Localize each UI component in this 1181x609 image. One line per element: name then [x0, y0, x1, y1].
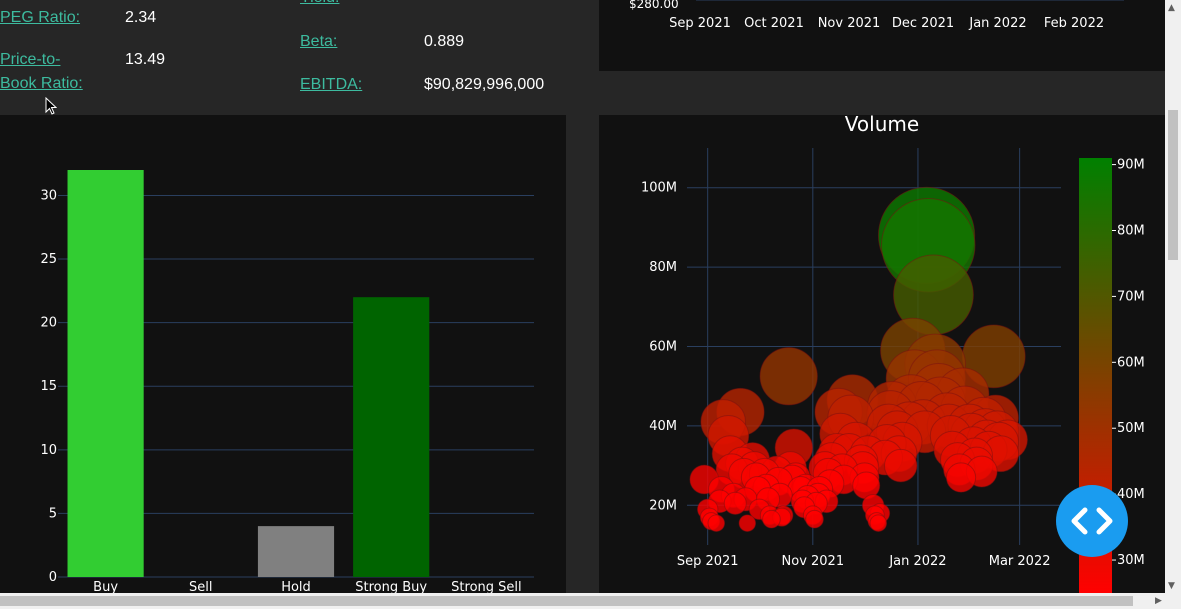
price-x-tick-label: Jan 2022 — [968, 16, 1026, 31]
mouse-cursor-icon — [45, 97, 57, 115]
volume-y-tick-label: 60M — [649, 340, 677, 355]
volume-y-tick-label: 20M — [649, 498, 677, 513]
price-chart-svg: $280.00 Sep 2021 Oct 2021 Nov 2021 Dec 2… — [629, 0, 1124, 31]
scroll-down-arrow-icon[interactable]: ▼ — [1168, 581, 1175, 591]
volume-bubble[interactable] — [869, 514, 888, 532]
beta-value: 0.889 — [424, 33, 465, 50]
price-to-book-link-line2[interactable]: Book Ratio: — [0, 72, 83, 96]
bar-strong-buy[interactable] — [353, 297, 430, 577]
volume-chart-title: Volume — [845, 115, 919, 136]
volume-x-tick-label: Sep 2021 — [677, 554, 739, 569]
price-chart-panel: $280.00 Sep 2021 Oct 2021 Nov 2021 Dec 2… — [599, 0, 1165, 71]
colorbar-tick-label: 50M — [1117, 421, 1145, 436]
price-x-tick-label: Nov 2021 — [818, 16, 881, 31]
beta-link[interactable]: Beta: — [300, 30, 337, 54]
colorbar-tick-label: 60M — [1117, 355, 1145, 370]
bar-x-tick-label: Buy — [93, 580, 118, 593]
horizontal-scrollbar-thumb[interactable] — [0, 596, 1133, 606]
volume-y-tick-label: 40M — [649, 419, 677, 434]
vertical-scrollbar-thumb[interactable] — [1168, 110, 1178, 260]
price-y-tick-label: $280.00 — [629, 0, 679, 11]
bar-x-tick-label: Strong Buy — [355, 580, 427, 593]
volume-x-tick-label: Jan 2022 — [888, 554, 946, 569]
volume-x-tick-label: Mar 2022 — [989, 554, 1051, 569]
volume-y-tick-label: 100M — [641, 181, 677, 196]
volume-bubble[interactable] — [805, 509, 824, 529]
code-icon — [1071, 507, 1113, 535]
dividend-yield-link[interactable]: Yield: — [300, 0, 339, 10]
bar-hold[interactable] — [257, 526, 335, 577]
volume-bubble[interactable] — [723, 491, 747, 515]
volume-y-tick-label: 80M — [649, 260, 677, 275]
fundamentals-stats: PEG Ratio: 2.34 Price-to- Book Ratio: 13… — [0, 0, 590, 108]
colorbar-tick-label: 70M — [1117, 289, 1145, 304]
colorbar-tick-label: 90M — [1117, 158, 1145, 173]
peg-ratio-link[interactable]: PEG Ratio: — [0, 6, 80, 30]
bar-buy[interactable] — [67, 170, 144, 577]
peg-ratio-value: 2.34 — [125, 9, 157, 26]
price-x-tick-label: Feb 2022 — [1044, 16, 1104, 31]
volume-bubble[interactable] — [945, 462, 977, 493]
bar-y-tick-label: 25 — [40, 252, 57, 267]
scroll-right-arrow-icon[interactable]: ▶ — [1155, 596, 1162, 606]
horizontal-scrollbar[interactable]: ▶ — [0, 593, 1181, 609]
bar-y-tick-label: 15 — [40, 379, 57, 394]
volume-bubble[interactable] — [762, 509, 781, 529]
bar-y-tick-label: 0 — [49, 570, 57, 585]
bar-y-tick-label: 20 — [40, 316, 57, 331]
price-x-tick-label: Dec 2021 — [892, 16, 954, 31]
bar-x-tick-label: Hold — [281, 580, 311, 593]
vertical-scrollbar[interactable]: ▲ ▼ — [1165, 0, 1181, 593]
recommendations-bar-chart: 0 5 10 15 20 25 30 Buy Sell Hold Strong Buy Strong … — [40, 170, 534, 595]
recommendations-chart-panel: 0 5 10 15 20 25 30 Buy Sell Hold Strong Buy Strong … — [0, 115, 566, 595]
bar-y-tick-label: 5 — [49, 506, 57, 521]
ebitda-link[interactable]: EBITDA: — [300, 73, 362, 97]
ebitda-value: $90,829,996,000 — [424, 76, 545, 93]
scroll-up-arrow-icon[interactable]: ▲ — [1168, 3, 1175, 13]
volume-bubble[interactable] — [707, 514, 726, 532]
bar-y-tick-label: 30 — [40, 188, 57, 203]
colorbar-tick-label: 30M — [1117, 553, 1145, 568]
bar-x-tick-label: Strong Sell — [451, 580, 521, 593]
colorbar-tick-label: 80M — [1117, 224, 1145, 239]
bar-y-tick-label: 10 — [40, 443, 57, 458]
volume-x-tick-label: Nov 2021 — [782, 554, 845, 569]
price-x-tick-label: Sep 2021 — [669, 16, 731, 31]
volume-bubble[interactable] — [883, 448, 918, 483]
volume-bubble[interactable] — [759, 347, 818, 406]
price-to-book-link-line1[interactable]: Price-to- — [0, 48, 60, 72]
price-x-tick-label: Oct 2021 — [744, 16, 804, 31]
bar-x-tick-label: Sell — [189, 580, 212, 593]
price-to-book-value: 13.49 — [125, 51, 166, 68]
volume-bubble[interactable] — [738, 514, 757, 532]
code-toggle-button[interactable] — [1056, 485, 1128, 557]
